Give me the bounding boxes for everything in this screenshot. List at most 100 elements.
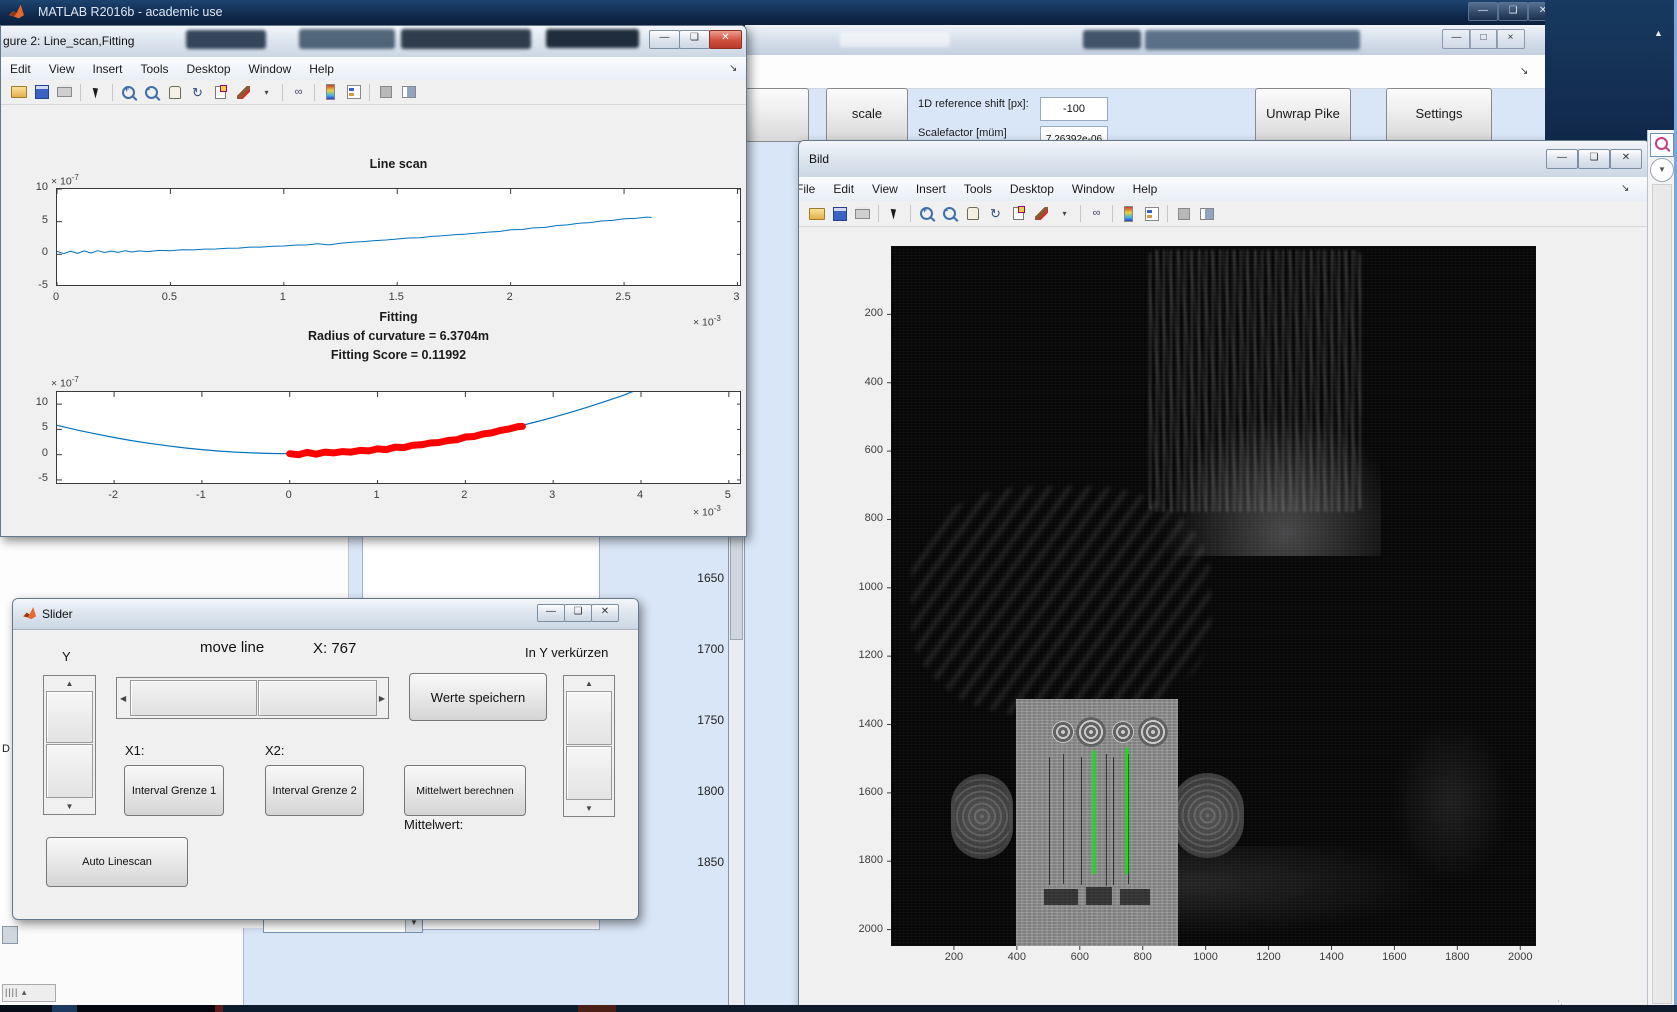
pan-icon[interactable]	[164, 83, 185, 101]
open-icon[interactable]	[806, 205, 827, 223]
bild-minimize-button[interactable]: —	[1546, 149, 1578, 169]
menu-help[interactable]: Help	[1124, 182, 1167, 196]
search-button[interactable]	[1650, 133, 1674, 157]
slider-titlebar[interactable]: Slider — ❏ ✕	[13, 599, 638, 630]
taskbar-item[interactable]	[52, 1005, 77, 1012]
brush-icon[interactable]	[1031, 205, 1052, 223]
unwrap-pike-button[interactable]: Unwrap Pike	[1255, 88, 1351, 142]
figure2-minimize-button[interactable]: —	[649, 30, 680, 49]
y-slider-right[interactable]: ▲ ▼	[563, 675, 615, 817]
mini-widget[interactable]	[2, 926, 18, 944]
bild-titlebar[interactable]: Bild — ❏ ✕	[799, 141, 1649, 178]
list-item[interactable]: 1850	[644, 855, 724, 869]
zoom-in-icon[interactable]: +	[916, 205, 937, 223]
brush-dropdown-icon[interactable]: ▾	[256, 83, 277, 101]
move-line-slider[interactable]: ◀ ▶	[116, 677, 389, 719]
data-cursor-icon[interactable]	[210, 83, 231, 101]
splitter-handle[interactable]: |||| ▴	[2, 984, 56, 1002]
panel-scroll-track[interactable]	[1652, 184, 1672, 1004]
zoom-in-icon[interactable]: +	[118, 83, 139, 101]
arrow-left-icon[interactable]: ◀	[120, 678, 126, 718]
auto-linescan-button[interactable]: Auto Linescan	[46, 837, 188, 887]
brush-icon[interactable]	[233, 83, 254, 101]
taskbar-item[interactable]	[578, 1005, 616, 1012]
menu-edit[interactable]: Edit	[1, 62, 40, 76]
y-slider-left[interactable]: ▲ ▼	[43, 675, 96, 815]
show-plot-tools-icon[interactable]	[398, 83, 419, 101]
slider-thumb[interactable]	[258, 680, 377, 716]
figure2-restore-button[interactable]: ❏	[679, 30, 710, 49]
panel-dropdown-button[interactable]: ▼	[1650, 158, 1674, 182]
menu-overflow-icon[interactable]: ↘	[729, 63, 737, 74]
slider-close-button[interactable]: ✕	[591, 604, 619, 622]
menu-help[interactable]: Help	[300, 62, 343, 76]
partial-button[interactable]	[745, 88, 809, 142]
menu-view[interactable]: View	[863, 182, 907, 196]
figure2-titlebar[interactable]: gure 2: Line_scan,Fitting — ❏ ✕	[1, 26, 746, 58]
bild-close-button[interactable]: ✕	[1610, 149, 1642, 169]
taskbar-item[interactable]	[223, 1005, 578, 1012]
open-icon[interactable]	[8, 83, 29, 101]
zoom-out-icon[interactable]: -	[939, 205, 960, 223]
cursor-icon[interactable]	[86, 83, 107, 101]
gui-minimize-button[interactable]: —	[1442, 29, 1471, 49]
figure2-close-button[interactable]: ✕	[709, 30, 742, 49]
fitting-plot-area[interactable]	[56, 391, 741, 484]
taskbar-item[interactable]	[77, 1005, 215, 1012]
slider-segment[interactable]	[46, 691, 93, 743]
print-icon[interactable]	[54, 83, 75, 101]
show-plot-tools-icon[interactable]	[1196, 205, 1217, 223]
menu-overflow-icon[interactable]: ↘	[1621, 183, 1629, 194]
colorbar-icon[interactable]	[320, 83, 341, 101]
main-minimize-button[interactable]: —	[1468, 2, 1498, 21]
link-plot-icon[interactable]: ∞	[1086, 205, 1107, 223]
pan-icon[interactable]	[962, 205, 983, 223]
bild-restore-button[interactable]: ❏	[1578, 149, 1610, 169]
menu-file[interactable]: File	[799, 182, 824, 196]
scroll-up-icon[interactable]: ▲	[1654, 28, 1663, 38]
interval-grenze-1-button[interactable]: Interval Grenze 1	[124, 765, 224, 816]
arrow-down-icon[interactable]: ▼	[44, 802, 95, 811]
interval-grenze-2-button[interactable]: Interval Grenze 2	[265, 765, 364, 816]
link-plot-icon[interactable]: ∞	[288, 83, 309, 101]
rotate-icon[interactable]: ↻	[985, 205, 1006, 223]
main-restore-button[interactable]: ❏	[1498, 2, 1528, 21]
slider-minimize-button[interactable]: —	[537, 604, 565, 622]
scale-button[interactable]: scale	[826, 88, 908, 142]
linescan-plot-area[interactable]	[56, 188, 741, 286]
data-cursor-icon[interactable]	[1008, 205, 1029, 223]
list-item[interactable]: 1800	[644, 784, 724, 798]
hide-plot-tools-icon[interactable]	[375, 83, 396, 101]
slider-segment[interactable]	[566, 691, 612, 745]
menu-tools[interactable]: Tools	[955, 182, 1001, 196]
list-scrollbar[interactable]	[728, 515, 745, 1007]
ref-shift-input[interactable]	[1040, 97, 1108, 121]
gui-close-button[interactable]: ×	[1496, 29, 1525, 49]
save-icon[interactable]	[31, 83, 52, 101]
list-item[interactable]: 1750	[644, 713, 724, 727]
menu-window[interactable]: Window	[240, 62, 301, 76]
slider-segment[interactable]	[130, 680, 257, 716]
cursor-icon[interactable]	[884, 205, 905, 223]
legend-icon[interactable]	[1141, 205, 1162, 223]
arrow-down-icon[interactable]: ▼	[564, 804, 614, 813]
slider-segment[interactable]	[566, 746, 612, 800]
windows-taskbar[interactable]	[0, 1005, 1677, 1012]
menu-insert[interactable]: Insert	[907, 182, 955, 196]
arrow-up-icon[interactable]: ▲	[44, 679, 95, 688]
menu-desktop[interactable]: Desktop	[1001, 182, 1063, 196]
gui-window-titlebar[interactable]: — □ ×	[745, 25, 1545, 56]
brush-dropdown-icon[interactable]: ▾	[1054, 205, 1075, 223]
save-icon[interactable]	[829, 205, 850, 223]
arrow-right-icon[interactable]: ▶	[379, 678, 385, 718]
menu-overflow-icon[interactable]: ↘	[1520, 66, 1528, 77]
menu-window[interactable]: Window	[1063, 182, 1124, 196]
mittelwert-berechnen-button[interactable]: Mittelwert berechnen	[404, 765, 526, 816]
hide-plot-tools-icon[interactable]	[1173, 205, 1194, 223]
zoom-out-icon[interactable]: -	[141, 83, 162, 101]
settings-button[interactable]: Settings	[1386, 88, 1492, 142]
arrow-up-icon[interactable]: ▲	[564, 679, 614, 688]
matlab-main-titlebar[interactable]: MATLAB R2016b - academic use — ❏ ✕	[0, 0, 1677, 25]
print-icon[interactable]	[852, 205, 873, 223]
slider-restore-button[interactable]: ❏	[564, 604, 592, 622]
